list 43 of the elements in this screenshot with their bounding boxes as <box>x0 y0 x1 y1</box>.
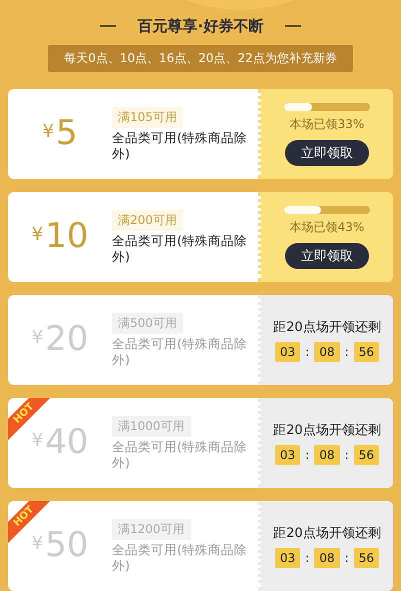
currency-symbol: ¥ <box>32 224 44 246</box>
currency-symbol: ¥ <box>32 430 44 452</box>
scope-text: 全品类可用(特殊商品除外) <box>112 232 248 264</box>
threshold-tag: 满500可用 <box>112 312 183 334</box>
timer-digits: 03 <box>275 342 300 362</box>
section-title: 百元尊享·好券不断 <box>138 16 264 36</box>
threshold-tag: 满1000可用 <box>112 416 191 436</box>
dash-icon <box>285 25 302 27</box>
currency-symbol: ¥ <box>32 327 44 348</box>
dash-icon <box>100 25 116 27</box>
schedule-banner: 每天0点、10点、16点、20点、22点为您补充新券 <box>48 45 353 72</box>
timer-digits: 56 <box>354 445 379 465</box>
currency-symbol: ¥ <box>32 533 44 554</box>
claimed-percent: 本场已领33% <box>290 116 364 132</box>
scope-text: 全品类可用(特殊商品除外) <box>112 542 248 574</box>
threshold-tag: 满105可用 <box>112 106 183 128</box>
claimed-percent: 本场已领43% <box>290 218 364 236</box>
timer-digits: 08 <box>314 342 340 362</box>
claim-button[interactable]: 立即领取 <box>285 242 369 268</box>
claim-button[interactable]: 立即领取 <box>285 140 369 166</box>
scope-text: 全品类可用(特殊商品除外) <box>112 336 248 368</box>
scope-text: 全品类可用(特殊商品除外) <box>112 438 248 470</box>
timer-digits: 08 <box>314 548 340 568</box>
countdown-label: 距20点场开领还剩 <box>273 319 381 336</box>
timer-separator: : <box>305 551 310 565</box>
coupon-amount: 10 <box>45 218 88 256</box>
timer-digits: 03 <box>275 548 300 568</box>
coupon-amount: 5 <box>56 115 78 153</box>
timer-separator: : <box>344 448 349 462</box>
currency-symbol: ¥ <box>42 121 54 142</box>
timer-digits: 56 <box>354 342 379 362</box>
threshold-tag: 满200可用 <box>112 210 183 230</box>
timer-separator: : <box>344 551 349 565</box>
threshold-tag: 满1200可用 <box>112 518 191 540</box>
countdown-label: 距20点场开领还剩 <box>273 422 381 439</box>
timer-digits: 08 <box>314 445 340 465</box>
timer-separator: : <box>344 345 349 359</box>
timer-digits: 03 <box>275 445 300 465</box>
timer-separator: : <box>305 448 310 462</box>
timer-digits: 56 <box>354 548 379 568</box>
timer-separator: : <box>305 345 310 359</box>
scope-text: 全品类可用(特殊商品除外) <box>112 130 248 162</box>
countdown-label: 距20点场开领还剩 <box>273 525 381 542</box>
